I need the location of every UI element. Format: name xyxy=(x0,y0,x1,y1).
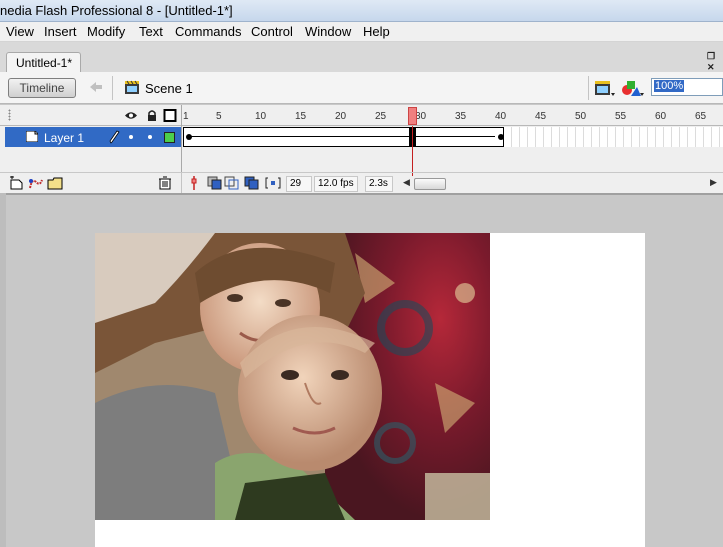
document-tab-strip: Untitled-1* ❐ ✕ xyxy=(0,42,723,72)
ruler-number: 25 xyxy=(375,111,387,122)
edit-scene-icon[interactable] xyxy=(594,78,616,98)
menu-insert[interactable]: Insert xyxy=(44,24,77,39)
edit-multiple-frames-icon[interactable] xyxy=(244,176,260,190)
onion-outlines-icon[interactable] xyxy=(224,176,240,190)
playhead[interactable] xyxy=(408,107,417,125)
timeline-hscroll[interactable]: ◀ ▶ xyxy=(400,177,723,191)
frame-rate-field[interactable]: 12.0 fps xyxy=(314,176,358,192)
menu-commands[interactable]: Commands xyxy=(175,24,241,39)
playhead-line xyxy=(412,126,413,176)
scene-icon xyxy=(125,80,139,94)
bitmap-image[interactable] xyxy=(95,233,490,520)
layer-name[interactable]: Layer 1 xyxy=(44,131,84,145)
timeline-header: 1 5 10 15 20 25 30 35 40 45 50 55 60 65 xyxy=(0,105,723,126)
visibility-dot[interactable] xyxy=(129,135,133,139)
outline-icon[interactable] xyxy=(163,109,177,122)
ruler-number: 40 xyxy=(495,111,507,122)
menu-bar: View Insert Modify Text Commands Control… xyxy=(0,22,723,42)
separator xyxy=(112,76,113,100)
scene-label: Scene 1 xyxy=(145,81,193,96)
ruler-number: 50 xyxy=(575,111,587,122)
workspace-edge xyxy=(0,193,6,547)
edit-bar: Timeline Scene 1 xyxy=(0,72,723,104)
title-bar: nedia Flash Professional 8 - [Untitled-1… xyxy=(0,0,723,22)
document-tab[interactable]: Untitled-1* xyxy=(6,52,81,72)
keyframe[interactable] xyxy=(498,134,504,140)
window-title: nedia Flash Professional 8 - [Untitled-1… xyxy=(0,3,233,18)
insert-folder-icon[interactable] xyxy=(47,176,63,190)
timeline-toggle-button[interactable]: Timeline xyxy=(8,78,76,98)
layer-outline-swatch[interactable] xyxy=(164,132,175,143)
document-tab-label: Untitled-1* xyxy=(16,56,73,70)
menu-control[interactable]: Control xyxy=(251,24,293,39)
tween-arrow xyxy=(190,136,495,137)
lock-icon[interactable] xyxy=(145,109,159,122)
zoom-value: 100% xyxy=(654,80,685,92)
back-arrow-icon[interactable] xyxy=(88,79,104,95)
menu-view[interactable]: View xyxy=(6,24,34,39)
menu-modify[interactable]: Modify xyxy=(87,24,125,39)
add-motion-guide-icon[interactable] xyxy=(28,176,44,190)
edit-symbols-icon[interactable] xyxy=(621,78,645,98)
ruler-number: 45 xyxy=(535,111,547,122)
pencil-icon xyxy=(109,130,120,144)
elapsed-time-field: 2.3s xyxy=(365,176,393,192)
keyframe[interactable] xyxy=(186,134,192,140)
panel-grip[interactable] xyxy=(8,109,11,121)
layer-icon xyxy=(26,131,38,142)
zoom-input[interactable]: 100% xyxy=(651,78,723,96)
ruler-number: 65 xyxy=(695,111,707,122)
scroll-thumb[interactable] xyxy=(414,178,446,190)
ruler-number: 35 xyxy=(455,111,467,122)
separator xyxy=(588,76,589,100)
eye-icon[interactable] xyxy=(124,109,138,122)
lock-dot[interactable] xyxy=(148,135,152,139)
timeline-footer: 29 12.0 fps 2.3s ◀ ▶ xyxy=(0,172,723,194)
current-frame-field: 29 xyxy=(286,176,312,192)
ruler-number: 5 xyxy=(216,111,222,122)
restore-icon[interactable]: ❐ xyxy=(707,51,715,62)
menu-window[interactable]: Window xyxy=(305,24,351,39)
layer-row[interactable]: Layer 1 xyxy=(5,127,181,147)
insert-layer-icon[interactable] xyxy=(9,176,25,190)
onion-skin-icon[interactable] xyxy=(207,176,223,190)
scroll-right-icon[interactable]: ▶ xyxy=(710,177,717,188)
modify-onion-markers-icon[interactable] xyxy=(265,176,281,190)
ruler-number: 10 xyxy=(255,111,267,122)
menu-help[interactable]: Help xyxy=(363,24,390,39)
motion-tween-span[interactable] xyxy=(183,127,504,147)
timeline-panel: 1 5 10 15 20 25 30 35 40 45 50 55 60 65 … xyxy=(0,105,723,194)
ruler-number: 1 xyxy=(183,111,189,122)
center-frame-icon[interactable] xyxy=(186,176,202,190)
menu-text[interactable]: Text xyxy=(139,24,163,39)
ruler-number: 55 xyxy=(615,111,627,122)
ruler-number: 60 xyxy=(655,111,667,122)
ruler-number: 20 xyxy=(335,111,347,122)
scroll-left-icon[interactable]: ◀ xyxy=(403,177,410,188)
delete-layer-icon[interactable] xyxy=(157,176,173,190)
separator xyxy=(181,173,182,194)
ruler-number: 15 xyxy=(295,111,307,122)
frame-ruler[interactable]: 1 5 10 15 20 25 30 35 40 45 50 55 60 65 xyxy=(183,105,723,126)
